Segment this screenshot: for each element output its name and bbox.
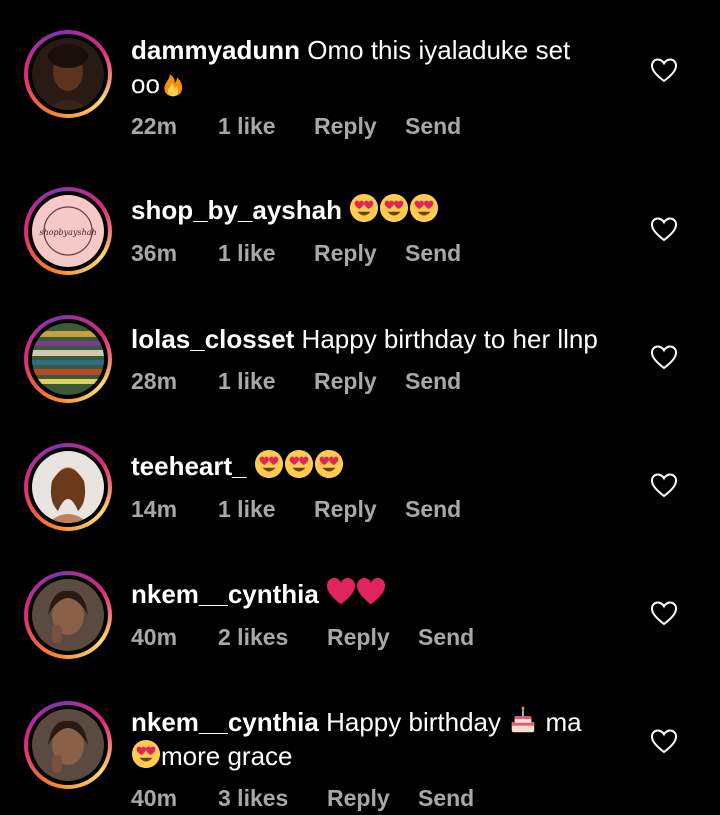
comment-text: Happy birthday <box>326 707 501 737</box>
comment-body: nkem__cynthia <box>131 577 631 611</box>
comment-meta: 28m 1 like Reply Send <box>131 368 461 395</box>
like-count[interactable]: 1 like <box>218 240 314 267</box>
username[interactable]: lolas_closset <box>131 324 294 354</box>
like-heart-icon[interactable] <box>650 600 678 626</box>
story-ring[interactable] <box>24 30 112 118</box>
comment-meta: 40m 2 likes Reply Send <box>131 624 474 651</box>
timestamp: 22m <box>131 113 178 139</box>
comment-meta: 22m 1 like Reply Send <box>131 113 461 140</box>
comment-text-continued: more grace <box>161 741 293 771</box>
red-heart-icon <box>326 577 356 607</box>
avatar[interactable] <box>32 323 104 395</box>
heart-eyes-icon <box>254 449 284 479</box>
reply-button[interactable]: Reply <box>314 368 405 395</box>
heart-eyes-icon <box>131 739 161 769</box>
like-heart-icon[interactable] <box>650 216 678 242</box>
comment-body: teeheart_ <box>131 449 631 483</box>
comment-body: dammyadunn Omo this iyaladuke set oo <box>131 33 631 101</box>
username[interactable]: dammyadunn <box>131 35 300 65</box>
reply-button[interactable]: Reply <box>314 113 405 140</box>
like-count[interactable]: 1 like <box>218 496 314 523</box>
avatar[interactable] <box>32 451 104 523</box>
like-count[interactable]: 1 like <box>218 368 314 395</box>
fire-icon <box>160 71 186 97</box>
avatar[interactable] <box>32 38 104 110</box>
username[interactable]: shop_by_ayshah <box>131 195 342 225</box>
heart-eyes-icon <box>379 193 409 223</box>
timestamp: 28m <box>131 368 178 394</box>
like-heart-icon[interactable] <box>650 728 678 754</box>
send-button[interactable]: Send <box>405 368 461 395</box>
timestamp: 14m <box>131 496 178 522</box>
heart-eyes-icon <box>284 449 314 479</box>
like-heart-icon[interactable] <box>650 344 678 370</box>
comment-body: shop_by_ayshah <box>131 193 631 227</box>
comment-meta: 40m 3 likes Reply Send <box>131 785 474 812</box>
heart-eyes-icon <box>314 449 344 479</box>
comment-meta: 14m 1 like Reply Send <box>131 496 461 523</box>
avatar[interactable] <box>32 709 104 781</box>
timestamp: 40m <box>131 785 178 811</box>
avatar-logo-text: shopbyayshah <box>39 228 96 237</box>
like-count[interactable]: 1 like <box>218 113 314 140</box>
avatar[interactable]: shopbyayshah <box>32 195 104 267</box>
send-button[interactable]: Send <box>405 240 461 267</box>
story-ring[interactable] <box>24 701 112 789</box>
heart-eyes-icon <box>349 193 379 223</box>
reply-button[interactable]: Reply <box>327 785 418 812</box>
like-count[interactable]: 3 likes <box>218 785 327 812</box>
story-ring[interactable] <box>24 315 112 403</box>
comment-body: lolas_closset Happy birthday to her llnp <box>131 322 631 356</box>
comment-meta: 36m 1 like Reply Send <box>131 240 461 267</box>
red-heart-icon <box>356 577 386 607</box>
reply-button[interactable]: Reply <box>314 240 405 267</box>
comment-text: Omo this iyaladuke set <box>307 35 571 65</box>
username[interactable]: nkem__cynthia <box>131 579 319 609</box>
comment-text: Happy birthday to her llnp <box>301 324 598 354</box>
timestamp: 36m <box>131 240 178 266</box>
timestamp: 40m <box>131 624 178 650</box>
reply-button[interactable]: Reply <box>314 496 405 523</box>
send-button[interactable]: Send <box>405 113 461 140</box>
send-button[interactable]: Send <box>405 496 461 523</box>
like-heart-icon[interactable] <box>650 472 678 498</box>
avatar[interactable] <box>32 579 104 651</box>
send-button[interactable]: Send <box>418 785 474 812</box>
comment-text-continued: oo <box>131 69 160 99</box>
username[interactable]: nkem__cynthia <box>131 707 319 737</box>
comment-text-after-icon: ma <box>545 707 582 737</box>
like-heart-icon[interactable] <box>650 57 678 83</box>
comment-body: nkem__cynthia Happy birthday ma more gra… <box>131 705 631 773</box>
reply-button[interactable]: Reply <box>327 624 418 651</box>
birthday-cake-icon <box>508 705 538 735</box>
story-ring[interactable] <box>24 571 112 659</box>
username[interactable]: teeheart_ <box>131 451 247 481</box>
send-button[interactable]: Send <box>418 624 474 651</box>
heart-eyes-icon <box>409 193 439 223</box>
story-ring[interactable]: shopbyayshah <box>24 187 112 275</box>
story-ring[interactable] <box>24 443 112 531</box>
like-count[interactable]: 2 likes <box>218 624 327 651</box>
